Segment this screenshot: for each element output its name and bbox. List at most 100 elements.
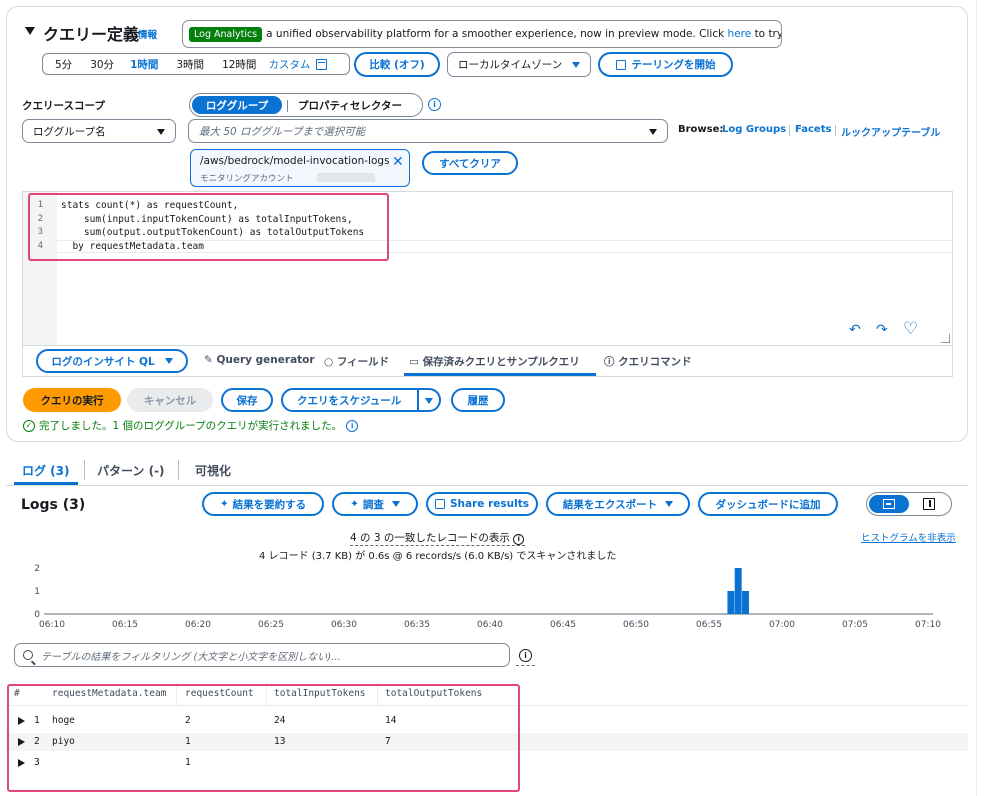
save-button[interactable]: 保存 <box>221 388 273 412</box>
time-range-30m[interactable]: 30分 <box>90 57 114 72</box>
info-icon[interactable]: i <box>513 533 525 545</box>
heart-icon[interactable]: ♡ <box>903 319 918 339</box>
tabs-baseline <box>6 485 968 486</box>
filter-info-icon[interactable]: i <box>519 649 532 662</box>
time-range-custom[interactable]: カスタム <box>268 57 310 72</box>
clear-all-button[interactable]: すべてクリア <box>422 151 518 175</box>
tab-query-commands[interactable]: ⓘ クエリコマンド <box>604 354 692 369</box>
banner-text-after: to try it out! <box>754 28 782 40</box>
histogram-bar[interactable] <box>727 591 735 614</box>
hide-histogram-link[interactable]: ヒストグラムを非表示 <box>861 530 956 544</box>
collapse-caret-icon[interactable] <box>25 27 35 35</box>
divider <box>287 100 288 112</box>
x-tick-label: 07:10 <box>915 620 941 630</box>
success-check-icon: ✓ <box>23 419 35 432</box>
table-highlight-box <box>7 684 520 792</box>
time-range-5m[interactable]: 5分 <box>55 57 72 72</box>
undo-icon[interactable]: ↶ <box>849 322 861 338</box>
log-group-account: モニタリングアカウント <box>200 174 294 184</box>
folder-icon: ▭ <box>409 356 419 368</box>
share-results-button[interactable]: Share results <box>426 492 538 516</box>
time-range-3h[interactable]: 3時間 <box>176 57 204 72</box>
run-query-button[interactable]: クエリの実行 <box>23 388 121 412</box>
side-panel-icon[interactable] <box>923 498 935 510</box>
log-analytics-banner: Log Analytics a unified observability pl… <box>182 20 782 48</box>
tab-query-generator[interactable]: ✎ Query generator <box>204 354 315 366</box>
chevron-down-icon <box>391 501 400 507</box>
scope-tab-log-group[interactable]: ロググループ <box>192 96 282 114</box>
banner-here-link[interactable]: here <box>728 28 752 40</box>
x-tick-label: 06:45 <box>550 620 576 630</box>
resize-handle-icon[interactable] <box>941 334 950 343</box>
start-tailing-button[interactable]: テーリングを開始 <box>598 52 733 77</box>
result-tab-visualization[interactable]: 可視化 <box>195 462 231 479</box>
chevron-down-icon <box>157 129 165 135</box>
log-group-name: /aws/bedrock/model-invocation-logs <box>200 155 390 167</box>
scope-info-icon[interactable]: i <box>428 98 441 111</box>
x-tick-label: 06:25 <box>258 620 284 630</box>
help-icon: ⓘ <box>604 356 615 368</box>
x-tick-label: 06:10 <box>39 620 65 630</box>
result-tab-patterns[interactable]: パターン (-) <box>97 462 165 479</box>
filter-info-underline <box>516 665 535 666</box>
export-results-button[interactable]: 結果をエクスポート <box>546 492 690 516</box>
redo-icon[interactable]: ↷ <box>876 322 888 338</box>
x-tick-label: 06:40 <box>477 620 503 630</box>
chevron-down-icon <box>665 501 674 507</box>
banner-text: a unified observability platform for a s… <box>266 28 725 40</box>
records-summary: 4 の 3 の一致したレコードの表示 i <box>350 530 525 545</box>
tab-saved-queries[interactable]: ▭ 保存済みクエリとサンプルクエリ <box>409 354 580 369</box>
chevron-down-icon <box>649 129 657 135</box>
browse-lookup-tables-link[interactable]: ルックアップテーブル <box>841 124 940 139</box>
page-scrollbar[interactable] <box>976 0 977 796</box>
tab-fields[interactable]: ○ フィールド <box>324 354 389 369</box>
status-info-icon[interactable]: i <box>346 419 359 432</box>
x-tick-label: 07:00 <box>769 620 795 630</box>
scope-toggle: ロググループ プロパティセレクター <box>189 93 423 117</box>
histogram-bar[interactable] <box>742 591 749 614</box>
result-tab-logs[interactable]: ログ (3) <box>22 462 70 479</box>
external-link-icon <box>615 59 626 70</box>
cancel-button[interactable]: キャンセル <box>127 388 213 412</box>
time-range-12h[interactable]: 12時間 <box>222 57 256 72</box>
histogram-bar[interactable] <box>734 568 742 614</box>
divider <box>84 460 85 480</box>
info-link[interactable]: 情報 <box>138 27 157 41</box>
x-tick-label: 06:30 <box>331 620 357 630</box>
schedule-query-button[interactable]: クエリをスケジュール <box>281 388 441 412</box>
selected-log-group-token: /aws/bedrock/model-invocation-logs モニタリン… <box>190 149 410 187</box>
split-view-icon[interactable] <box>869 495 909 513</box>
x-tick-label: 06:35 <box>404 620 430 630</box>
history-button[interactable]: 履歴 <box>451 388 505 412</box>
summarize-results-button[interactable]: ✦ 結果を要約する <box>202 492 324 516</box>
chevron-down-icon[interactable] <box>425 398 433 404</box>
table-filter-input[interactable]: テーブルの結果をフィルタリング (大文字と小文字を区別しない)... <box>14 643 510 667</box>
investigate-button[interactable]: ✦ 調査 <box>332 492 418 516</box>
x-tick-label: 06:20 <box>185 620 211 630</box>
browse-facets-link[interactable]: Facets <box>795 124 831 135</box>
close-icon[interactable]: ✕ <box>392 154 404 170</box>
lightbulb-icon: ○ <box>324 356 334 368</box>
logs-title: Logs (3) <box>21 497 86 513</box>
time-range-1h[interactable]: 1時間 <box>130 57 158 72</box>
log-group-input[interactable]: 最大 50 ロググループまで選択可能 <box>188 119 668 143</box>
sparkle-icon: ✦ <box>219 498 229 510</box>
code-highlight-box <box>28 193 389 261</box>
query-language-select[interactable]: ログのインサイト QL <box>36 349 188 373</box>
compare-button[interactable]: 比較 (オフ) <box>354 52 440 77</box>
query-scope-label: クエリースコープ <box>22 100 105 112</box>
timezone-select[interactable]: ローカルタイムゾーン <box>447 52 591 77</box>
chevron-down-icon <box>572 62 580 68</box>
scope-tab-property-selector[interactable]: プロパティセレクター <box>298 98 402 113</box>
calendar-icon[interactable] <box>316 58 328 70</box>
view-toggle <box>866 492 952 516</box>
x-tick-label: 06:15 <box>112 620 138 630</box>
add-to-dashboard-button[interactable]: ダッシュボードに追加 <box>698 492 838 516</box>
divider <box>417 390 419 410</box>
redacted-account-id <box>317 173 375 182</box>
browse-log-groups-link[interactable]: Log Groups <box>722 124 786 135</box>
active-tab-underline <box>404 373 596 376</box>
sparkle-icon: ✦ <box>350 498 359 510</box>
group-by-select[interactable]: ロググループ名 <box>22 119 176 143</box>
summary-underline <box>350 545 525 546</box>
